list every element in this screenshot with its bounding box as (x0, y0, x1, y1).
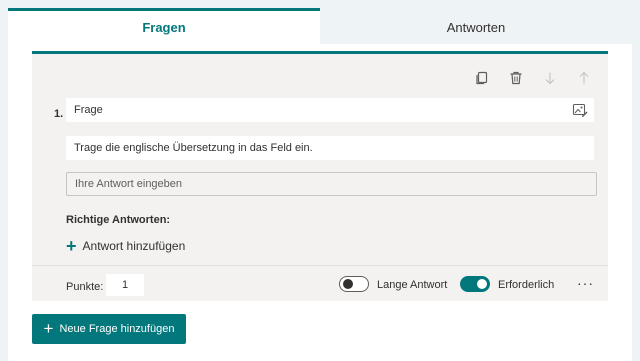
arrow-up-icon (579, 71, 589, 84)
copy-question-button[interactable] (470, 68, 494, 88)
toggle-knob (343, 279, 353, 289)
answer-placeholder: Ihre Antwort eingeben (75, 178, 183, 190)
long-answer-toggle[interactable] (339, 276, 369, 292)
add-answer-label: Antwort hinzufügen (82, 239, 186, 253)
trash-icon (510, 71, 522, 85)
delete-question-button[interactable] (504, 68, 528, 88)
question-title-field[interactable]: Frage (66, 98, 594, 122)
answer-input[interactable]: Ihre Antwort eingeben (66, 172, 597, 196)
move-up-button[interactable] (572, 68, 596, 88)
question-number: 1. (54, 108, 64, 120)
move-down-button[interactable] (538, 68, 562, 88)
points-value: 1 (122, 279, 129, 291)
required-label: Erforderlich (498, 279, 555, 291)
question-footer: Punkte: 1 Lange Antwort Erforderlich ··· (32, 265, 608, 301)
form-editor: Fragen Antworten 1. Frage Trage die engl… (8, 8, 632, 361)
points-label: Punkte: (66, 281, 104, 293)
arrow-down-icon (545, 72, 555, 85)
add-new-question-button[interactable]: + Neue Frage hinzufügen (32, 314, 186, 344)
toggle-knob (477, 279, 487, 289)
more-options-icon[interactable]: ··· (577, 275, 594, 291)
add-answer-button[interactable]: + Antwort hinzufügen (66, 236, 186, 256)
tab-responses-label: Antworten (446, 20, 506, 35)
tab-questions[interactable]: Fragen (8, 8, 320, 44)
question-toolbar (470, 68, 596, 88)
question-card: 1. Frage Trage die englische Übersetzung… (32, 51, 608, 301)
correct-answers-label: Richtige Antworten: (66, 214, 171, 226)
points-input[interactable]: 1 (106, 274, 144, 296)
image-edit-icon[interactable] (572, 102, 588, 118)
copy-icon (476, 71, 488, 85)
tab-questions-label: Fragen (142, 20, 186, 35)
tab-bar: Fragen Antworten (8, 8, 632, 44)
plus-icon: + (66, 236, 77, 256)
add-new-question-label: Neue Frage hinzufügen (59, 323, 175, 335)
long-answer-label: Lange Antwort (377, 279, 448, 291)
question-title-text: Frage (74, 104, 103, 116)
question-subtitle-text: Trage die englische Übersetzung in das F… (74, 142, 313, 154)
plus-icon: + (43, 319, 54, 338)
required-toggle[interactable] (460, 276, 490, 292)
question-subtitle-field[interactable]: Trage die englische Übersetzung in das F… (66, 136, 594, 160)
tab-responses[interactable]: Antworten (320, 8, 632, 44)
